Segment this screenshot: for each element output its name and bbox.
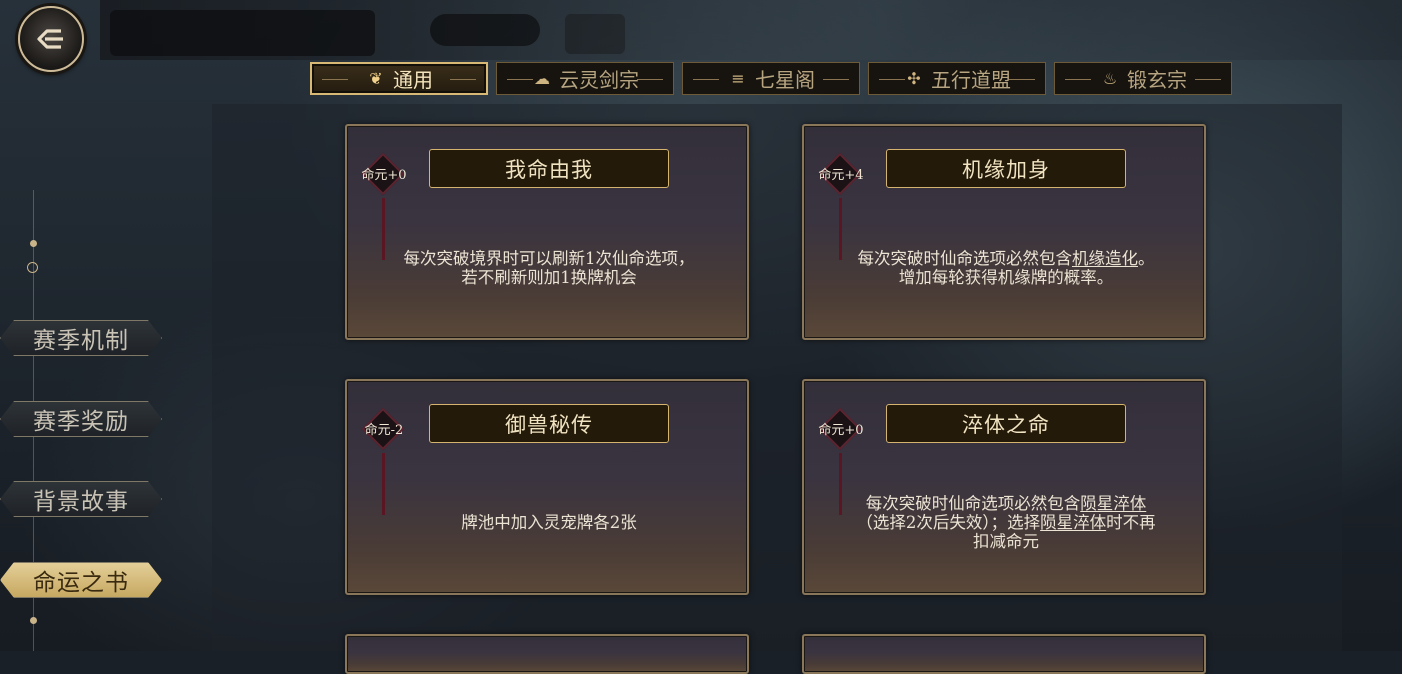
- card-description: 每次突破时仙命选项必然包含陨星淬体（选择2次后失效）；选择陨星淬体时不再扣减命元: [854, 494, 1158, 551]
- cost-badge: 命元+0: [818, 407, 864, 451]
- card-title: 御兽秘传: [429, 404, 669, 443]
- badge-tassel: [382, 453, 385, 515]
- side-nav-background-story[interactable]: 背景故事: [0, 481, 162, 517]
- desc-text: 每次突破时仙命选项必然包含: [857, 249, 1073, 268]
- cost-badge: 命元+4: [818, 152, 864, 196]
- side-nav-label: 背景故事: [33, 489, 129, 515]
- tab-forge-sect[interactable]: ♨ 锻玄宗: [1054, 62, 1232, 95]
- fate-card-1[interactable]: 命元+4 机缘加身 每次突破时仙命选项必然包含机缘造化。增加每轮获得机缘牌的概率…: [802, 124, 1206, 340]
- tab-cloud-sword-sect[interactable]: ☁ 云灵剑宗: [496, 62, 674, 95]
- forge-flame-icon: ♨: [1102, 68, 1118, 88]
- tab-five-elements-alliance[interactable]: ✣ 五行道盟: [868, 62, 1046, 95]
- sect-tabs: ❦ 通用 ☁ 云灵剑宗 ≡ 七星阁 ✣ 五行道盟 ♨ 锻玄宗: [310, 62, 1232, 95]
- card-description: 牌池中加入灵宠牌各2张: [397, 513, 701, 532]
- badge-tassel: [382, 198, 385, 260]
- fate-card-partial[interactable]: [345, 634, 749, 674]
- card-description: 每次突破境界时可以刷新1次仙命选项，若不刷新则加1换牌机会: [397, 249, 701, 287]
- cost-label: 命元+4: [818, 168, 864, 183]
- cost-badge: 命元-2: [361, 407, 405, 451]
- cloud-sword-icon: ☁: [534, 68, 550, 88]
- badge-tassel: [839, 453, 842, 515]
- tab-seven-star-pavilion[interactable]: ≡ 七星阁: [682, 62, 860, 95]
- side-nav-dot: [30, 617, 37, 624]
- side-nav-dot: [30, 240, 37, 247]
- five-elements-icon: ✣: [907, 68, 921, 88]
- side-nav-season-rewards[interactable]: 赛季奖励: [0, 401, 162, 437]
- desc-text: 每次突破境界时可以刷新1次仙命选项，若不刷新则加1换牌机会: [403, 249, 695, 287]
- cost-label: 命元+0: [361, 168, 407, 183]
- side-nav-season-mechanics[interactable]: 赛季机制: [0, 320, 162, 356]
- keyword-link[interactable]: 机缘造化: [1072, 249, 1138, 268]
- fate-card-partial[interactable]: [802, 634, 1206, 674]
- badge-tassel: [839, 198, 842, 260]
- card-description: 每次突破时仙命选项必然包含机缘造化。增加每轮获得机缘牌的概率。: [854, 249, 1158, 287]
- side-nav-label: 命运之书: [33, 570, 129, 596]
- card-title: 淬体之命: [886, 404, 1126, 443]
- card-title: 我命由我: [429, 149, 669, 188]
- keyword-link[interactable]: 陨星淬体: [1080, 494, 1146, 513]
- side-nav-book-of-fate[interactable]: 命运之书: [0, 562, 162, 598]
- desc-text: 每次突破时仙命选项必然包含: [865, 494, 1081, 513]
- top-header-strip: [100, 0, 1402, 60]
- leaf-icon: ❦: [369, 68, 383, 88]
- fate-card-0[interactable]: 命元+0 我命由我 每次突破境界时可以刷新1次仙命选项，若不刷新则加1换牌机会: [345, 124, 749, 340]
- tab-label: 锻玄宗: [1127, 68, 1187, 92]
- cost-badge: 命元+0: [361, 152, 407, 196]
- desc-text: （选择2次后失效）；选择: [856, 513, 1041, 532]
- side-nav-label: 赛季奖励: [33, 409, 129, 435]
- side-nav-label: 赛季机制: [33, 328, 129, 354]
- tab-general[interactable]: ❦ 通用: [310, 62, 488, 95]
- tab-label: 七星阁: [755, 68, 815, 92]
- fate-card-3[interactable]: 命元+0 淬体之命 每次突破时仙命选项必然包含陨星淬体（选择2次后失效）；选择陨…: [802, 379, 1206, 595]
- tab-label: 通用: [393, 68, 433, 92]
- desc-text: 牌池中加入灵宠牌各2张: [461, 513, 637, 532]
- back-arrow-icon: [37, 29, 63, 49]
- cost-label: 命元+0: [818, 423, 864, 438]
- fate-card-2[interactable]: 命元-2 御兽秘传 牌池中加入灵宠牌各2张: [345, 379, 749, 595]
- pagoda-icon: ≡: [731, 68, 745, 88]
- tab-label: 云灵剑宗: [559, 68, 639, 92]
- cost-label: 命元-2: [364, 423, 404, 438]
- card-title: 机缘加身: [886, 149, 1126, 188]
- tab-label: 五行道盟: [931, 68, 1011, 92]
- keyword-link[interactable]: 陨星淬体: [1040, 513, 1106, 532]
- side-nav-ring: [27, 262, 38, 273]
- back-button[interactable]: [18, 6, 84, 72]
